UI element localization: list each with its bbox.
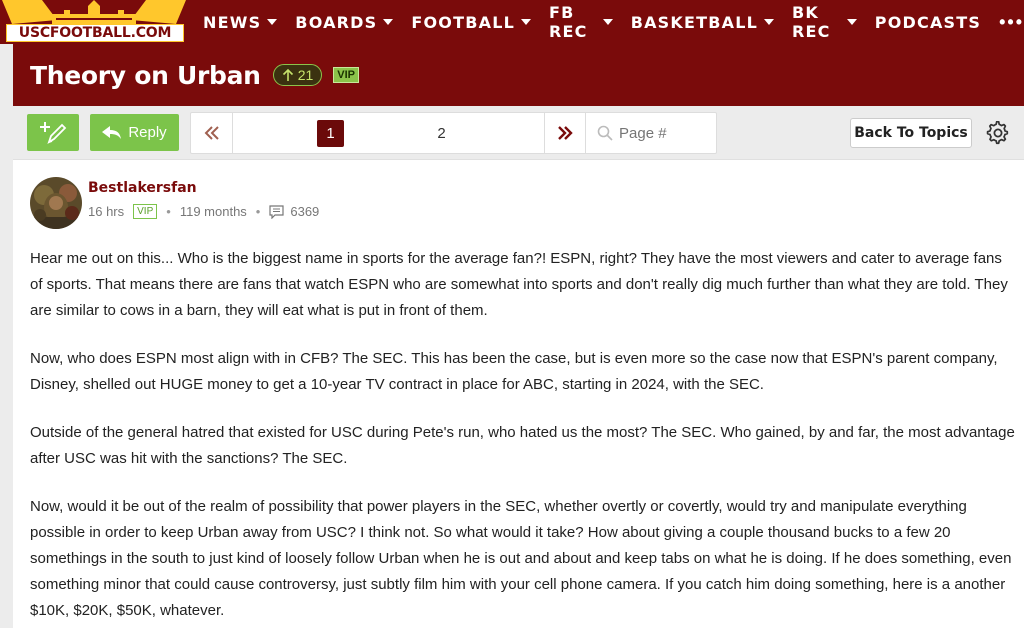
post-card: Bestlakersfan 16 hrs VIP • 119 months • … <box>13 159 1024 628</box>
new-topic-button[interactable] <box>27 114 79 151</box>
topic-header: Theory on Urban 21 VIP <box>13 44 1024 106</box>
page-number-input[interactable] <box>619 124 709 142</box>
user-avatar-image <box>30 177 82 229</box>
nav-boards[interactable]: BOARDS <box>295 13 394 32</box>
double-chevron-left-icon <box>204 126 219 140</box>
caret-down-icon <box>267 19 278 25</box>
caret-down-icon <box>602 19 613 25</box>
main-nav: NEWS BOARDS FOOTBALL FB REC BASKETBALL B… <box>203 0 1024 44</box>
nav-news[interactable]: NEWS <box>203 13 278 32</box>
reply-label: Reply <box>128 124 167 141</box>
post-author[interactable]: Bestlakersfan <box>88 180 197 196</box>
vote-button[interactable]: 21 <box>272 64 323 86</box>
nav-football[interactable]: FOOTBALL <box>411 13 531 32</box>
vip-badge: VIP <box>333 67 359 83</box>
nav-podcasts[interactable]: PODCASTS <box>875 13 981 32</box>
trojan-logo-icon <box>2 0 186 24</box>
page-2-button[interactable]: 2 <box>428 120 455 147</box>
post-body: Hear me out on this... Who is the bigges… <box>30 246 1015 628</box>
meta-separator: • <box>255 204 261 219</box>
site-logo[interactable]: USCFOOTBALL.COM <box>2 0 186 44</box>
post-count: 6369 <box>290 204 320 219</box>
post-paragraph: Outside of the general hatred that exist… <box>30 424 1015 467</box>
gear-icon[interactable] <box>986 121 1010 145</box>
topic-toolbar: Reply 1 2 Back To Topics <box>0 106 1024 159</box>
search-icon <box>597 125 613 141</box>
nav-basketball[interactable]: BASKETBALL <box>631 13 775 32</box>
reply-button[interactable]: Reply <box>90 114 179 151</box>
member-tenure: 119 months <box>179 204 247 219</box>
pencil-plus-icon <box>40 121 67 144</box>
double-chevron-right-icon <box>558 126 573 140</box>
vote-count: 21 <box>297 67 314 83</box>
topic-title: Theory on Urban <box>30 60 261 90</box>
post-paragraph: Now, would it be out of the realm of pos… <box>30 498 1012 619</box>
reply-arrow-icon <box>102 125 122 139</box>
top-navbar: USCFOOTBALL.COM NEWS BOARDS FOOTBALL FB … <box>0 0 1024 44</box>
logo-text: USCFOOTBALL.COM <box>6 24 184 42</box>
last-page-button[interactable] <box>544 113 586 153</box>
back-to-topics-button[interactable]: Back To Topics <box>850 118 972 148</box>
post-time: 16 hrs <box>88 204 125 219</box>
post-meta: 16 hrs VIP • 119 months • 6369 <box>88 204 319 219</box>
author-vip-badge: VIP <box>133 204 158 219</box>
caret-down-icon <box>521 19 531 25</box>
avatar[interactable] <box>30 177 82 229</box>
post-paragraph: Now, who does ESPN most align with in CF… <box>30 350 998 393</box>
post-paragraph: Hear me out on this... Who is the bigges… <box>30 250 1008 319</box>
caret-down-icon <box>383 19 394 25</box>
page-1-button[interactable]: 1 <box>317 120 344 147</box>
arrow-up-icon <box>282 68 293 81</box>
nav-bk-rec[interactable]: BK REC <box>792 3 857 41</box>
nav-more-icon[interactable]: ••• <box>999 12 1024 33</box>
comment-icon <box>269 204 284 219</box>
caret-down-icon <box>764 19 775 25</box>
first-page-button[interactable] <box>191 113 233 153</box>
nav-fb-rec[interactable]: FB REC <box>549 3 613 41</box>
pagination: 1 2 <box>190 112 717 154</box>
page-jump <box>587 113 717 153</box>
meta-separator: • <box>166 204 171 219</box>
caret-down-icon <box>846 19 857 25</box>
